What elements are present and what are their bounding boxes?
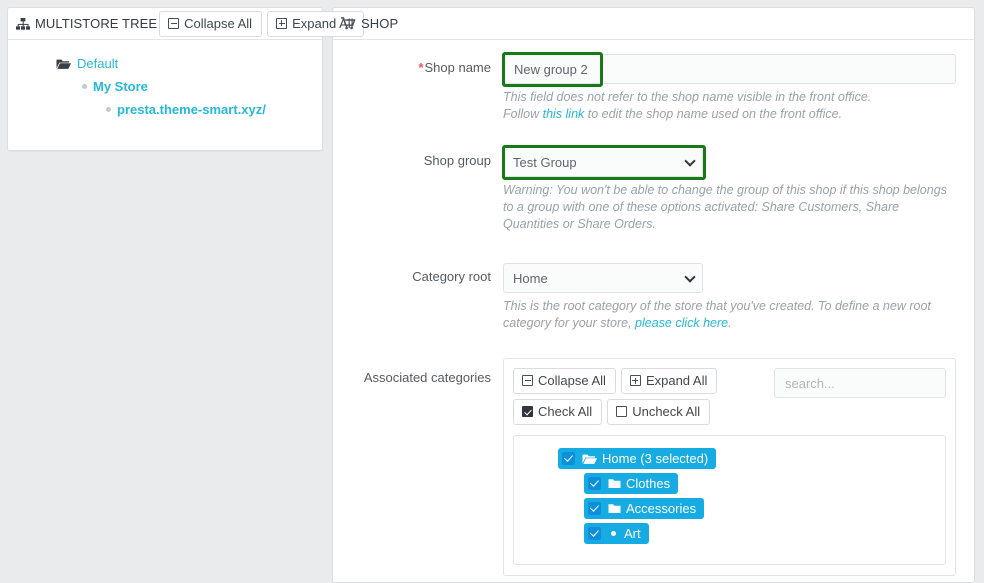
shop-group-select-wrap: Test Group bbox=[503, 147, 703, 177]
shop-panel-title: SHOP bbox=[341, 16, 398, 31]
page-root: MULTISTORE TREE Collapse All Expand All bbox=[0, 0, 984, 583]
field-row-shop-group: Shop group Test Group Warning: You won't… bbox=[333, 145, 974, 233]
shop-name-help-line1: This field does not refer to the shop na… bbox=[503, 90, 872, 104]
categories-tree: Home (3 selected) Clothes Accessories Ar… bbox=[513, 435, 946, 565]
shop-panel: SHOP *Shop name This field does not refe… bbox=[332, 7, 975, 583]
shop-name-input[interactable] bbox=[503, 54, 956, 84]
shop-name-label: *Shop name bbox=[333, 54, 503, 123]
category-checkbox-accessories[interactable] bbox=[588, 502, 601, 515]
category-chip-clothes[interactable]: Clothes bbox=[584, 473, 679, 494]
checkbox-empty-icon bbox=[616, 406, 628, 417]
category-root-field-wrap: Home This is the root category of the st… bbox=[503, 263, 974, 332]
category-row-art[interactable]: Art bbox=[522, 521, 937, 546]
category-chip-home[interactable]: Home (3 selected) bbox=[558, 448, 717, 469]
categories-collapse-all-button[interactable]: Collapse All bbox=[513, 368, 616, 394]
checkbox-checked-icon bbox=[522, 406, 533, 417]
category-root-help: This is the root category of the store t… bbox=[503, 298, 955, 332]
collapse-all-label: Collapse All bbox=[184, 15, 253, 31]
shop-form: *Shop name This field does not refer to … bbox=[333, 40, 974, 576]
collapse-all-button[interactable]: Collapse All bbox=[159, 10, 263, 37]
category-row-clothes[interactable]: Clothes bbox=[522, 471, 937, 496]
multistore-tree-panel: MULTISTORE TREE Collapse All Expand All bbox=[7, 7, 364, 151]
folder-open-icon bbox=[582, 453, 597, 465]
associated-categories-field-wrap: Collapse All Expand All Check All Unchec… bbox=[503, 358, 974, 576]
uncheck-all-button[interactable]: Uncheck All bbox=[607, 399, 711, 425]
category-checkbox-home[interactable] bbox=[562, 452, 575, 465]
tree-item-my-store[interactable]: My Store bbox=[18, 75, 312, 98]
category-label-clothes: Clothes bbox=[626, 476, 671, 491]
new-root-category-link[interactable]: please click here bbox=[635, 316, 728, 330]
folder-icon bbox=[608, 478, 621, 489]
category-root-select-wrap: Home bbox=[503, 263, 703, 293]
shop-panel-header: SHOP bbox=[333, 8, 974, 40]
shop-name-label-text: Shop name bbox=[424, 60, 492, 75]
dot-icon bbox=[106, 107, 111, 112]
category-root-label: Category root bbox=[412, 269, 491, 284]
tree-item-shop-url-label[interactable]: presta.theme-smart.xyz/ bbox=[117, 99, 266, 121]
shop-group-label: Shop group bbox=[423, 153, 491, 168]
category-row-accessories[interactable]: Accessories bbox=[522, 496, 937, 521]
check-uncheck-row: Check All Uncheck All bbox=[513, 399, 717, 425]
multistore-tree-header: MULTISTORE TREE Collapse All Expand All bbox=[8, 8, 364, 40]
tree-item-shop-url[interactable]: presta.theme-smart.xyz/ bbox=[18, 98, 312, 121]
categories-search-input[interactable] bbox=[774, 368, 946, 398]
multistore-tree-title-text: MULTISTORE TREE bbox=[35, 16, 158, 31]
sitemap-icon bbox=[16, 17, 30, 30]
multistore-tree-title: MULTISTORE TREE bbox=[16, 16, 157, 31]
collapse-icon bbox=[168, 17, 180, 29]
associated-categories-label: Associated categories bbox=[363, 370, 491, 385]
dot-icon bbox=[82, 84, 87, 89]
tree-item-my-store-label[interactable]: My Store bbox=[93, 76, 148, 98]
right-column: SHOP *Shop name This field does not refe… bbox=[332, 0, 984, 583]
help-post: to edit the shop name used on the front … bbox=[584, 107, 843, 121]
associated-categories-buttons: Collapse All Expand All Check All Unchec… bbox=[513, 368, 718, 425]
shop-group-field-wrap: Test Group Warning: You won't be able to… bbox=[502, 145, 974, 233]
check-all-button[interactable]: Check All bbox=[513, 399, 603, 425]
shop-name-help: This field does not refer to the shop na… bbox=[503, 89, 955, 123]
field-row-shop-name: *Shop name This field does not refer to … bbox=[333, 52, 974, 123]
expand-icon bbox=[629, 375, 641, 386]
categories-expand-all-label: Expand All bbox=[645, 373, 708, 388]
associated-categories-box: Collapse All Expand All Check All Unchec… bbox=[503, 358, 956, 576]
category-chip-art[interactable]: Art bbox=[584, 523, 649, 544]
categories-collapse-all-label: Collapse All bbox=[538, 373, 606, 388]
help-pre: Follow bbox=[503, 107, 543, 121]
shop-name-help-line2: Follow this link to edit the shop name u… bbox=[503, 106, 955, 123]
collapse-icon bbox=[522, 375, 533, 386]
category-root-select[interactable]: Home bbox=[503, 263, 703, 293]
category-checkbox-art[interactable] bbox=[588, 527, 601, 540]
category-row-home[interactable]: Home (3 selected) bbox=[522, 446, 937, 471]
collapse-expand-row: Collapse All Expand All bbox=[513, 368, 718, 394]
field-row-category-root: Category root Home This is the root cate… bbox=[333, 263, 974, 332]
tree-item-default[interactable]: Default bbox=[18, 52, 312, 75]
shop-group-help: Warning: You won't be able to change the… bbox=[503, 183, 947, 231]
folder-open-icon bbox=[56, 58, 71, 70]
check-all-label: Check All bbox=[538, 404, 593, 419]
categories-expand-all-button[interactable]: Expand All bbox=[620, 368, 718, 394]
shopping-cart-icon bbox=[341, 17, 356, 30]
category-label-home: Home (3 selected) bbox=[602, 451, 709, 466]
field-row-associated-categories: Associated categories Collapse All Expan… bbox=[333, 358, 974, 576]
multistore-tree-body: Default My Store presta.theme-smart.xyz/ bbox=[8, 40, 322, 150]
category-label-accessories: Accessories bbox=[626, 501, 697, 516]
shop-name-field-wrap: This field does not refer to the shop na… bbox=[502, 52, 974, 123]
left-column: MULTISTORE TREE Collapse All Expand All bbox=[0, 0, 364, 583]
associated-categories-toolbar: Collapse All Expand All Check All Unchec… bbox=[513, 368, 946, 425]
shop-group-select[interactable]: Test Group bbox=[503, 147, 703, 177]
category-label-art: Art bbox=[624, 526, 641, 541]
dot-icon bbox=[611, 531, 616, 536]
category-chip-accessories[interactable]: Accessories bbox=[584, 498, 705, 519]
folder-icon bbox=[608, 503, 621, 514]
tree-item-default-label[interactable]: Default bbox=[77, 53, 118, 75]
expand-icon bbox=[276, 17, 288, 29]
uncheck-all-label: Uncheck All bbox=[632, 404, 701, 419]
required-marker: * bbox=[418, 60, 424, 75]
category-root-help-post: . bbox=[728, 316, 732, 330]
front-office-link[interactable]: this link bbox=[543, 107, 585, 121]
category-checkbox-clothes[interactable] bbox=[588, 477, 601, 490]
shop-panel-title-text: SHOP bbox=[361, 16, 399, 31]
